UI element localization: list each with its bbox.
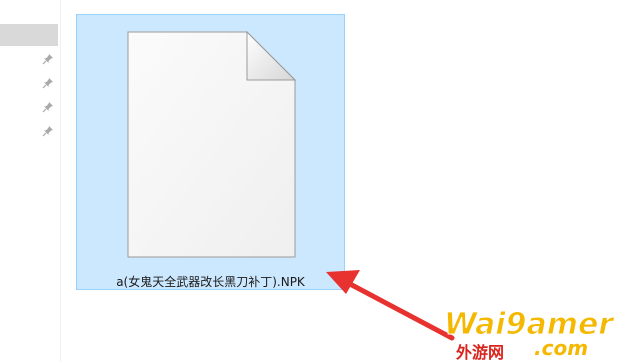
pin-icon[interactable] <box>42 125 54 137</box>
navigation-pane <box>0 0 61 362</box>
waigamer-watermark-logo: Wai9amer 外游网 .com <box>444 307 616 362</box>
file-name-label[interactable]: a(女鬼天全武器改长黑刀补丁).NPK <box>77 273 344 290</box>
watermark-logo-text: Wai9amer <box>444 307 615 342</box>
explorer-window: a(女鬼天全武器改长黑刀补丁).NPK Wai9amer 外游网 .com <box>0 0 632 362</box>
nav-selected-item[interactable] <box>0 24 58 46</box>
file-item[interactable]: a(女鬼天全武器改长黑刀补丁).NPK <box>76 14 345 290</box>
watermark-subtitle: 外游网 <box>455 343 504 362</box>
pin-icon[interactable] <box>42 53 54 65</box>
pin-icon[interactable] <box>42 101 54 113</box>
pin-icon[interactable] <box>42 77 54 89</box>
blank-document-icon <box>127 31 297 258</box>
watermark-domain: .com <box>534 336 588 360</box>
